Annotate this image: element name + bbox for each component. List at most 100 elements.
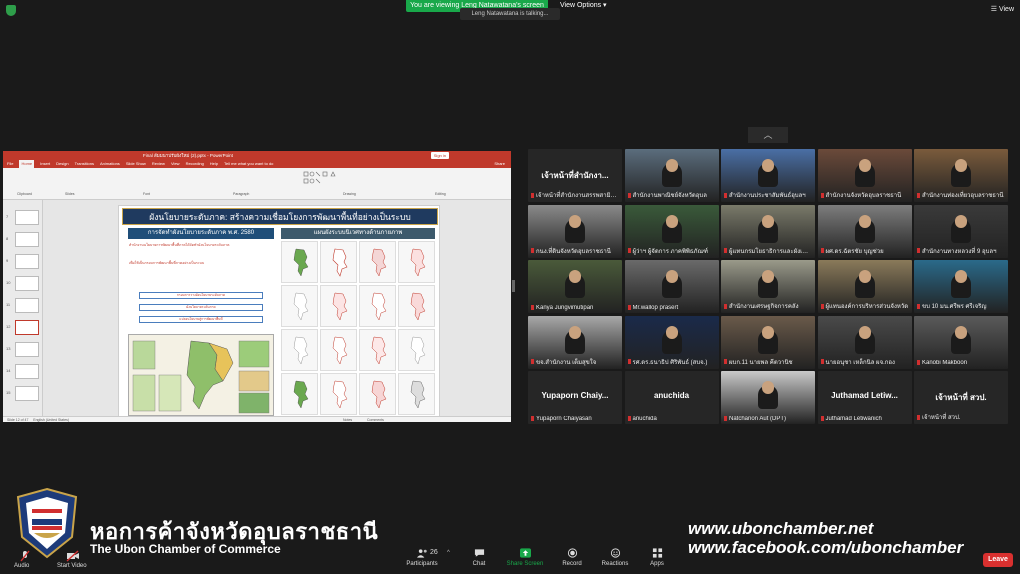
map-cell (398, 285, 435, 327)
participant-display-name: Yupaporn Chaiy... (541, 391, 609, 400)
participant-tile[interactable]: ผศ.ดร.ฉัตรชัย บุญช่วย (817, 204, 912, 258)
slide-thumbnail-selected[interactable] (15, 320, 39, 335)
ribbon-group-clipboard: Clipboard (17, 192, 32, 196)
participant-name-label: ขบ 10 มน.ศรีพร ศรีเจริญ (917, 301, 1005, 311)
zoom-window: You are viewing Leng Natawatana's screen… (0, 0, 1020, 574)
tab-help[interactable]: Help (210, 160, 218, 168)
participant-name: สำนักงานพาณิชย์จังหวัดอุบล (632, 193, 707, 199)
participant-tile[interactable]: Yupaporn Chaiy... Yupaporn Chaiyasan (528, 371, 622, 424)
participant-tile[interactable]: สำนักงานท่องเที่ยวอุบลราชธานี (914, 149, 1008, 202)
tab-home[interactable]: Home (19, 160, 35, 168)
ppt-ribbon-tabs: File Home Insert Design Transitions Anim… (3, 160, 511, 168)
splitter-handle[interactable] (512, 280, 515, 292)
slide-thumbnail[interactable] (15, 298, 39, 313)
person-face (569, 214, 581, 228)
participant-tile[interactable]: Juthamad Letiw... Juthamad Letiwanich (817, 371, 912, 424)
view-options-button[interactable]: View Options ▾ (560, 0, 607, 12)
comments-button[interactable]: Comments (367, 417, 384, 423)
tab-design[interactable]: Design (56, 160, 68, 168)
shapes-gallery-icon[interactable] (303, 171, 343, 187)
participant-name: ผู้แทนองค์การบริหารส่วนจังหวัด (825, 304, 909, 310)
person-face (762, 381, 774, 394)
participant-tile[interactable]: Mr.wallop prasert (624, 260, 719, 313)
participant-name-label: Kanya Jungvimutipan (531, 304, 619, 311)
participant-tile[interactable]: สำนักงานทางหลวงที่ 9 อุบลฯ (914, 204, 1008, 258)
share-screen-button[interactable]: Share Screen (504, 548, 546, 567)
participants-caret-icon[interactable]: ^ (447, 550, 450, 556)
slide-thumbnail[interactable] (15, 210, 39, 225)
participant-name: Yupaporn Chaiyasan (536, 416, 592, 422)
ppt-ribbon: Clipboard Slides Font Paragraph Drawing … (3, 168, 511, 200)
chat-label: Chat (472, 561, 486, 567)
map-thumbnail (332, 336, 348, 365)
tab-transitions[interactable]: Transitions (75, 160, 94, 168)
slide-thumbnail[interactable] (15, 254, 39, 269)
slide-thumbnail[interactable] (15, 364, 39, 379)
participant-name-label: Kanobi Makboon (917, 360, 1005, 367)
tell-me-search[interactable]: Tell me what you want to do (224, 160, 273, 168)
audio-button[interactable]: Audio (14, 550, 30, 569)
participant-tile[interactable]: รศ.ดร.ธนาธิป ศิริพันธ์ (สบจ.) (624, 315, 719, 369)
participants-icon (416, 549, 427, 558)
reactions-button[interactable]: Reactions (599, 548, 631, 567)
record-icon (567, 548, 577, 558)
map-cell (320, 329, 357, 371)
participant-name-label: ผศ.ดร.ฉัตรชัย บุญช่วย (820, 246, 909, 256)
participant-tile[interactable]: สำนักงานประชาสัมพันธ์อุบลฯ (721, 149, 815, 202)
participant-tile[interactable]: นายอนุชา เหล็กนิล ผจ.กอง (817, 315, 912, 369)
map-thumbnail (371, 380, 387, 409)
gallery-collapse-button[interactable]: ︿ (748, 127, 788, 143)
participant-tile[interactable]: สำนักงานเศรษฐกิจการคลัง (721, 260, 815, 313)
leave-button[interactable]: Leave (983, 553, 1013, 567)
apps-button[interactable]: Apps (646, 548, 668, 567)
participant-tile[interactable]: ผู้แทนองค์การบริหารส่วนจังหวัด (817, 260, 912, 313)
participant-tile[interactable]: Kanya Jungvimutipan (528, 260, 622, 313)
notes-button[interactable]: Notes (343, 417, 352, 423)
participant-name-label: Natchanon Aut (DPT) (724, 415, 812, 422)
participant-name: Kanya Jungvimutipan (536, 305, 594, 311)
participant-tile[interactable]: ขบ 10 มน.ศรีพร ศรีเจริญ (914, 260, 1008, 313)
tab-recording[interactable]: Recording (186, 160, 204, 168)
security-shield-icon[interactable] (6, 5, 16, 16)
participant-tile[interactable]: Kanobi Makboon (914, 315, 1008, 369)
participant-tile[interactable]: เจ้าหน้าที่สำนักงา... เจ้าหน้าที่สำนักงาน… (528, 149, 622, 202)
tab-slideshow[interactable]: Slide Show (126, 160, 146, 168)
map-thumbnail (410, 248, 426, 277)
language-indicator: English (United States) (33, 418, 70, 422)
participant-tile[interactable]: เจ้าหน้าที่ สวป. เจ้าหน้าที่ สวป. (914, 371, 1008, 424)
sign-in-button[interactable]: Sign in (430, 152, 449, 159)
tab-view[interactable]: View (171, 160, 180, 168)
participant-tile[interactable]: ผู้ว่าฯ ผู้จัดการ ภาคพิพิธภัณฑ์ (624, 204, 719, 258)
slide-canvas[interactable]: ผังนโยบายระดับภาค: สร้างความเชื่อมโยงการ… (118, 205, 440, 417)
thailand-region-map (128, 334, 274, 416)
participant-name: ขบ 10 มน.ศรีพร ศรีเจริญ (922, 304, 987, 310)
slide-thumbnail[interactable] (15, 276, 39, 291)
person-face (955, 325, 967, 339)
participant-tile[interactable]: ผบก.11 นายพล คีตวานิช (721, 315, 815, 369)
ppt-share-button[interactable]: Share (494, 160, 505, 168)
tab-file[interactable]: File (7, 160, 13, 168)
tab-insert[interactable]: Insert (40, 160, 50, 168)
participant-tile[interactable]: Natchanon Aut (DPT) (721, 371, 815, 424)
participant-tile[interactable]: ขจ.สำนักงาน เต็มสุขใจ (528, 315, 622, 369)
tab-animations[interactable]: Animations (100, 160, 120, 168)
slide-thumbnail[interactable] (15, 342, 39, 357)
start-video-button[interactable]: Start Video (57, 550, 87, 569)
view-button[interactable]: ☰ View (991, 5, 1014, 13)
video-off-icon (66, 550, 79, 562)
person-face (569, 325, 581, 339)
slide-bullet: สำนักงานนโยบายการพัฒนาพื้นที่ภาคได้จัดทำ… (129, 243, 275, 248)
share-screen-icon (519, 548, 531, 558)
map-thumbnail (410, 292, 426, 321)
thumb-number: 14 (6, 368, 11, 373)
participant-tile[interactable]: กนง.ที่ดินจังหวัดอุบลราชธานี (528, 204, 622, 258)
participant-tile[interactable]: ผู้แทนกรมโยธาธิการและผังเมือง (721, 204, 815, 258)
participant-tile[interactable]: สำนักงานจังหวัดอุบลราชธานี (817, 149, 912, 202)
slide-thumbnail[interactable] (15, 232, 39, 247)
slide-thumbnail[interactable] (15, 386, 39, 401)
participant-tile[interactable]: สำนักงานพาณิชย์จังหวัดอุบล (624, 149, 719, 202)
participant-tile[interactable]: anuchida anuchida (624, 371, 719, 424)
chat-button[interactable]: Chat (467, 548, 491, 567)
tab-review[interactable]: Review (152, 160, 165, 168)
record-button[interactable]: Record (559, 548, 585, 567)
